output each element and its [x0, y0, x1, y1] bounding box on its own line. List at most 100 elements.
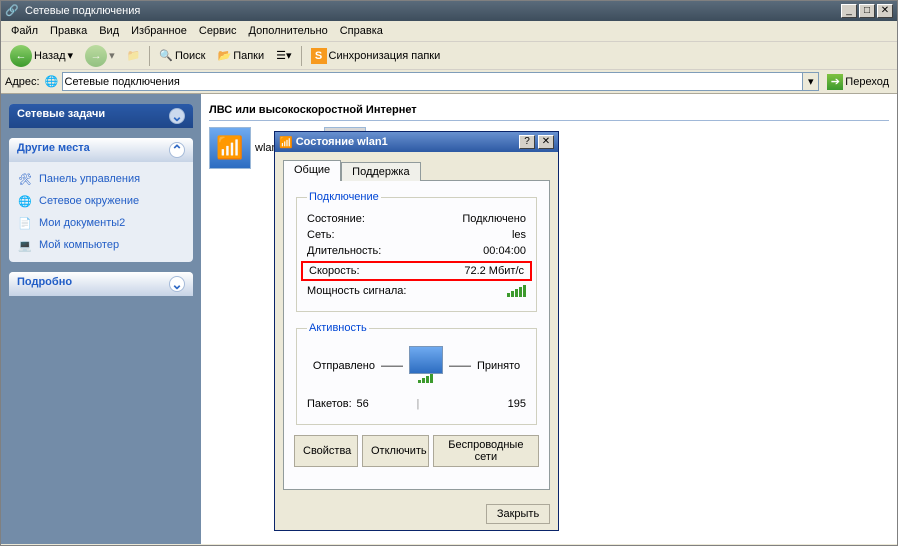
- network-places-icon: 🌐: [44, 74, 60, 90]
- separator: [301, 46, 302, 66]
- disable-button[interactable]: Отключить: [362, 435, 429, 467]
- menu-advanced[interactable]: Дополнительно: [243, 23, 334, 39]
- up-button[interactable]: 📁: [122, 46, 146, 65]
- control-panel-icon: 🛠: [17, 171, 33, 187]
- minimize-button[interactable]: _: [841, 4, 857, 18]
- packets-sent: 56: [357, 398, 369, 410]
- go-button[interactable]: ➔ Переход: [823, 72, 893, 92]
- place-computer[interactable]: 💻 Мой компьютер: [17, 234, 185, 256]
- tab-support[interactable]: Поддержка: [341, 162, 420, 181]
- side-panel: Сетевые задачи ⌄ Другие места ⌃ 🛠Панель …: [1, 94, 201, 544]
- wireless-icon: 📶: [209, 127, 251, 169]
- back-icon: ←: [10, 45, 32, 67]
- row-network: Сеть: les: [307, 227, 526, 243]
- chevron-up-icon: ⌃: [169, 142, 185, 158]
- connection-group: Подключение Состояние:Подключено Сеть: le…: [296, 191, 537, 312]
- connection-legend: Подключение: [307, 191, 381, 203]
- sent-label: Отправлено: [313, 360, 375, 372]
- sync-label: Синхронизация папки: [329, 50, 441, 62]
- documents-icon: 📄: [17, 215, 33, 231]
- places-title: Другие места: [17, 142, 90, 158]
- folders-button[interactable]: 📂 Папки: [212, 46, 269, 65]
- tasks-box: Сетевые задачи ⌄: [9, 104, 193, 128]
- folders-label: Папки: [233, 50, 264, 62]
- dash-icon: ——: [449, 360, 471, 372]
- details-title: Подробно: [17, 276, 72, 292]
- activity-legend: Активность: [307, 322, 369, 334]
- network-label: Сеть:: [307, 229, 335, 241]
- places-header[interactable]: Другие места ⌃: [9, 138, 193, 162]
- menu-tools[interactable]: Сервис: [193, 23, 243, 39]
- close-button[interactable]: ✕: [877, 4, 893, 18]
- network-icon: 🌐: [17, 193, 33, 209]
- signal-icon: 📶: [279, 136, 293, 149]
- place-control-panel[interactable]: 🛠Панель управления: [17, 168, 185, 190]
- tab-general[interactable]: Общие: [283, 160, 341, 181]
- address-dropdown[interactable]: ▾: [803, 72, 819, 91]
- go-icon: ➔: [827, 74, 843, 90]
- signal-bars-icon: [507, 285, 526, 297]
- menu-view[interactable]: Вид: [93, 23, 125, 39]
- tabs: Общие Поддержка: [283, 160, 550, 181]
- places-box: Другие места ⌃ 🛠Панель управления 🌐Сетев…: [9, 138, 193, 262]
- forward-button[interactable]: → ▾: [80, 42, 120, 70]
- search-button[interactable]: 🔍 Поиск: [154, 46, 210, 65]
- back-button[interactable]: ← Назад ▾: [5, 42, 78, 70]
- details-header[interactable]: Подробно ⌄: [9, 272, 193, 296]
- wireless-button[interactable]: Беспроводные сети: [433, 435, 539, 467]
- place-network[interactable]: 🌐Сетевое окружение: [17, 190, 185, 212]
- views-button[interactable]: ☰▾: [271, 46, 296, 65]
- dialog-title: Состояние wlan1: [296, 136, 516, 148]
- titlebar: 🔗 Сетевые подключения _ □ ✕: [1, 1, 897, 21]
- menu-file[interactable]: Файл: [5, 23, 44, 39]
- properties-button[interactable]: Свойства: [294, 435, 358, 467]
- state-label: Состояние:: [307, 213, 365, 225]
- search-icon: 🔍: [159, 49, 173, 62]
- chevron-down-icon: ▾: [109, 49, 115, 62]
- separator: [149, 46, 150, 66]
- menu-help[interactable]: Справка: [334, 23, 389, 39]
- dialog-close-button[interactable]: ✕: [538, 135, 554, 149]
- row-state: Состояние:Подключено: [307, 211, 526, 227]
- dialog-footer: Закрыть: [275, 498, 558, 530]
- tasks-header[interactable]: Сетевые задачи ⌄: [9, 104, 193, 128]
- window-title: Сетевые подключения: [23, 5, 841, 17]
- sync-button[interactable]: S Синхронизация папки: [306, 45, 446, 67]
- maximize-button[interactable]: □: [859, 4, 875, 18]
- search-label: Поиск: [175, 50, 205, 62]
- place-label: Мой компьютер: [39, 239, 119, 251]
- duration-label: Длительность:: [307, 245, 381, 257]
- network-places-icon: 🔗: [5, 4, 19, 18]
- dash-icon: ——: [381, 360, 403, 372]
- menu-favorites[interactable]: Избранное: [125, 23, 193, 39]
- folders-icon: 📂: [217, 49, 231, 62]
- packets-recv: 195: [508, 398, 526, 410]
- back-label: Назад: [34, 50, 66, 62]
- sync-icon: S: [311, 48, 327, 64]
- network-value: les: [512, 229, 526, 241]
- chevron-down-icon: ⌄: [169, 276, 185, 292]
- divider: |: [417, 398, 420, 410]
- dialog-titlebar: 📶 Состояние wlan1 ? ✕: [275, 132, 558, 152]
- tasks-title: Сетевые задачи: [17, 108, 105, 124]
- go-label: Переход: [845, 76, 889, 88]
- place-documents[interactable]: 📄Мои документы2: [17, 212, 185, 234]
- address-input[interactable]: [62, 72, 804, 91]
- activity-visual: Отправлено —— —— Принято: [307, 346, 526, 386]
- help-button[interactable]: ?: [519, 135, 535, 149]
- duration-value: 00:04:00: [483, 245, 526, 257]
- address-bar: Адрес: 🌐 ▾ ➔ Переход: [1, 70, 897, 94]
- chevron-down-icon: ⌄: [169, 108, 185, 124]
- row-packets: Пакетов: 56 | 195: [307, 396, 526, 412]
- status-dialog: 📶 Состояние wlan1 ? ✕ Общие Поддержка По…: [274, 131, 559, 531]
- dialog-body: Общие Поддержка Подключение Состояние:По…: [275, 152, 558, 498]
- address-label: Адрес:: [5, 76, 40, 88]
- row-signal: Мощность сигнала:: [307, 283, 526, 299]
- places-body: 🛠Панель управления 🌐Сетевое окружение 📄М…: [9, 162, 193, 262]
- row-speed: Скорость:72.2 Мбит/с: [301, 261, 532, 281]
- menu-edit[interactable]: Правка: [44, 23, 93, 39]
- connection-wlan1[interactable]: 📶 wlan1: [209, 127, 284, 169]
- close-button[interactable]: Закрыть: [486, 504, 550, 524]
- row-duration: Длительность: 00:04:00: [307, 243, 526, 259]
- computer-icon: 💻: [17, 237, 33, 253]
